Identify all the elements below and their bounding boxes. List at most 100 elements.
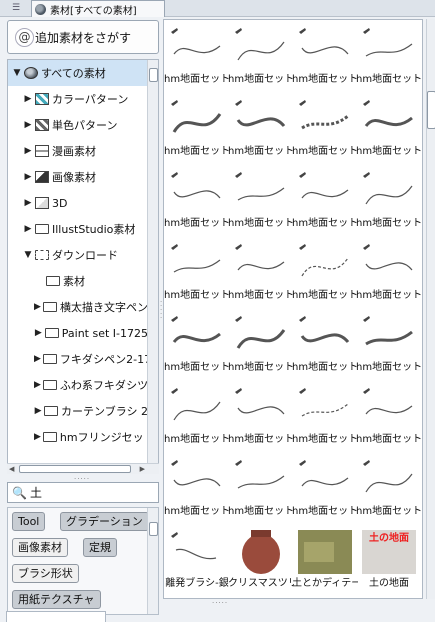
material-item[interactable]: hm地面セット: [164, 20, 230, 92]
tab-materials[interactable]: 素材[すべての素材]: [31, 0, 165, 17]
tree-item[interactable]: ▼ すべての素材: [8, 60, 148, 86]
tree-item[interactable]: ▶ ふわ系フキダシツー: [8, 372, 148, 398]
material-item[interactable]: hm地面セット: [292, 20, 358, 92]
material-item[interactable]: hm地面セット: [228, 20, 294, 92]
folder-icon: [46, 276, 60, 286]
material-item[interactable]: hm地面セット: [164, 380, 230, 452]
expand-down-icon[interactable]: ▼: [12, 68, 22, 78]
tag-gradation[interactable]: グラデーション: [60, 512, 149, 531]
expand-right-icon[interactable]: ▶: [23, 172, 33, 182]
expand-right-icon[interactable]: ▶: [34, 380, 41, 390]
material-item[interactable]: hm地面セット: [356, 452, 422, 524]
material-caption: hm地面セット: [292, 434, 358, 445]
scroll-right-icon[interactable]: ▶: [140, 464, 145, 475]
tag-brush-shape[interactable]: ブラシ形状: [12, 564, 79, 583]
material-item[interactable]: hm地面セット: [356, 380, 422, 452]
material-item[interactable]: hm地面セット: [292, 308, 358, 380]
tag-image-material[interactable]: 画像素材: [12, 538, 68, 557]
expand-right-icon[interactable]: ▶: [23, 198, 33, 208]
material-caption: hm地面セット: [292, 290, 358, 301]
expand-right-icon[interactable]: ▶: [34, 328, 43, 338]
tree-item[interactable]: ▼ ダウンロード: [8, 242, 148, 268]
material-item[interactable]: 土とかディテール: [292, 524, 358, 596]
tree-item[interactable]: ▶ カラーパターン: [8, 86, 148, 112]
material-caption: 土とかディテール: [292, 578, 358, 589]
material-item[interactable]: hm地面セット: [164, 236, 230, 308]
tree-item[interactable]: ▶ カーテンブラシ 2: [8, 398, 148, 424]
tree-item-label: Paint set I-1725: [61, 326, 148, 340]
tree-scrollbar-thumb[interactable]: [149, 68, 158, 82]
material-item[interactable]: hm地面セット: [292, 164, 358, 236]
material-item[interactable]: hm地面セット: [164, 92, 230, 164]
tree-item-label: すべての素材: [41, 67, 106, 80]
tree-item[interactable]: ▶ hmフリンジセット4: [8, 424, 148, 450]
material-item[interactable]: hm地面セット: [228, 452, 294, 524]
tree-item[interactable]: ▶ Paint set I-1725: [8, 320, 148, 346]
tree-horizontal-scrollbar[interactable]: ◀ ▶: [7, 463, 159, 474]
material-item[interactable]: hm地面セット: [292, 92, 358, 164]
grid-scrollbar[interactable]: [426, 19, 435, 599]
tree-item[interactable]: ▶ 漫画素材: [8, 138, 148, 164]
expand-right-icon[interactable]: ▶: [34, 354, 41, 364]
tag-tool[interactable]: Tool: [12, 512, 46, 531]
material-caption: hm地面セット: [228, 434, 294, 445]
splitter-grip-icon[interactable]: · · · · ·: [160, 299, 162, 322]
tree-scrollbar[interactable]: [147, 60, 158, 464]
expand-right-icon[interactable]: ▶: [34, 432, 41, 442]
tree-item[interactable]: ▶ 3D: [8, 190, 148, 216]
material-caption: hm地面セット: [164, 362, 230, 373]
expand-right-icon[interactable]: ▶: [23, 224, 33, 234]
material-item[interactable]: 離発ブラシ-銀: [164, 524, 229, 596]
tags-scrollbar[interactable]: [147, 508, 158, 614]
search-more-materials-button[interactable]: @ 追加素材をさがす: [7, 20, 159, 54]
folder-icon: [42, 354, 57, 364]
material-thumbnail: [171, 460, 221, 487]
material-caption: hm地面セット: [228, 218, 294, 229]
tree-item[interactable]: ▶ IllustStudio素材: [8, 216, 148, 242]
expand-right-icon[interactable]: ▶: [23, 94, 33, 104]
bottom-resize-grip-icon[interactable]: ·····: [212, 599, 228, 607]
tags-scrollbar-thumb[interactable]: [149, 522, 158, 536]
material-caption: 土の地面: [369, 578, 409, 589]
expand-right-icon[interactable]: ▶: [34, 406, 42, 416]
material-item[interactable]: hm地面セット: [356, 164, 422, 236]
material-item[interactable]: hm地面セット: [356, 308, 422, 380]
material-sidebar: @ 追加素材をさがす ▼ すべての素材 ▶ カラーパターン ▶ 単色パターン ▶ 漫画素材 ▶ 画…: [6, 19, 160, 615]
tree-item[interactable]: ▶ 横太描き文字ペン: [8, 294, 148, 320]
material-item[interactable]: 土の地面 土の地面: [356, 524, 421, 596]
expand-right-icon[interactable]: ▶: [34, 302, 41, 312]
tree-hscroll-thumb[interactable]: [19, 465, 131, 473]
expand-down-icon[interactable]: ▼: [23, 250, 33, 260]
tag-ruler[interactable]: 定規: [83, 538, 117, 557]
material-item[interactable]: クリスマスツリー(: [228, 524, 294, 596]
material-item[interactable]: hm地面セット: [228, 308, 294, 380]
material-thumbnail: 土の地面: [362, 530, 416, 574]
material-item[interactable]: hm地面セット: [164, 164, 230, 236]
material-item[interactable]: hm地面セット: [164, 308, 230, 380]
material-item[interactable]: hm地面セット: [164, 452, 230, 524]
tag-search-input[interactable]: 🔍 土: [7, 482, 159, 503]
material-item[interactable]: hm地面セット: [228, 164, 294, 236]
material-item[interactable]: hm地面セット: [356, 20, 422, 92]
material-item[interactable]: hm地面セット: [292, 452, 358, 524]
material-item[interactable]: hm地面セット: [292, 380, 358, 452]
material-caption: hm地面セット: [356, 146, 422, 157]
material-item[interactable]: hm地面セット: [228, 92, 294, 164]
material-thumbnail: [235, 316, 286, 349]
material-item[interactable]: hm地面セット: [292, 236, 358, 308]
grid-scrollbar-thumb[interactable]: [427, 91, 435, 129]
expand-right-icon[interactable]: ▶: [23, 120, 33, 130]
material-item[interactable]: hm地面セット: [356, 92, 422, 164]
tree-item[interactable]: ▶ フキダシペン2-17: [8, 346, 148, 372]
expand-right-icon[interactable]: ▶: [23, 146, 33, 156]
tree-item[interactable]: ▶ 画像素材: [8, 164, 148, 190]
tree-item[interactable]: ▶ 単色パターン: [8, 112, 148, 138]
material-caption: 離発ブラシ-銀: [165, 578, 229, 589]
tree-item[interactable]: 素材: [8, 268, 148, 294]
material-item[interactable]: hm地面セット: [228, 380, 294, 452]
scroll-left-icon[interactable]: ◀: [9, 464, 14, 475]
panel-menu-icon[interactable]: ☰: [9, 2, 23, 14]
material-item[interactable]: hm地面セット: [228, 236, 294, 308]
material-item[interactable]: hm地面セット: [356, 236, 422, 308]
tag-paper-texture[interactable]: 用紙テクスチャ: [12, 590, 101, 609]
